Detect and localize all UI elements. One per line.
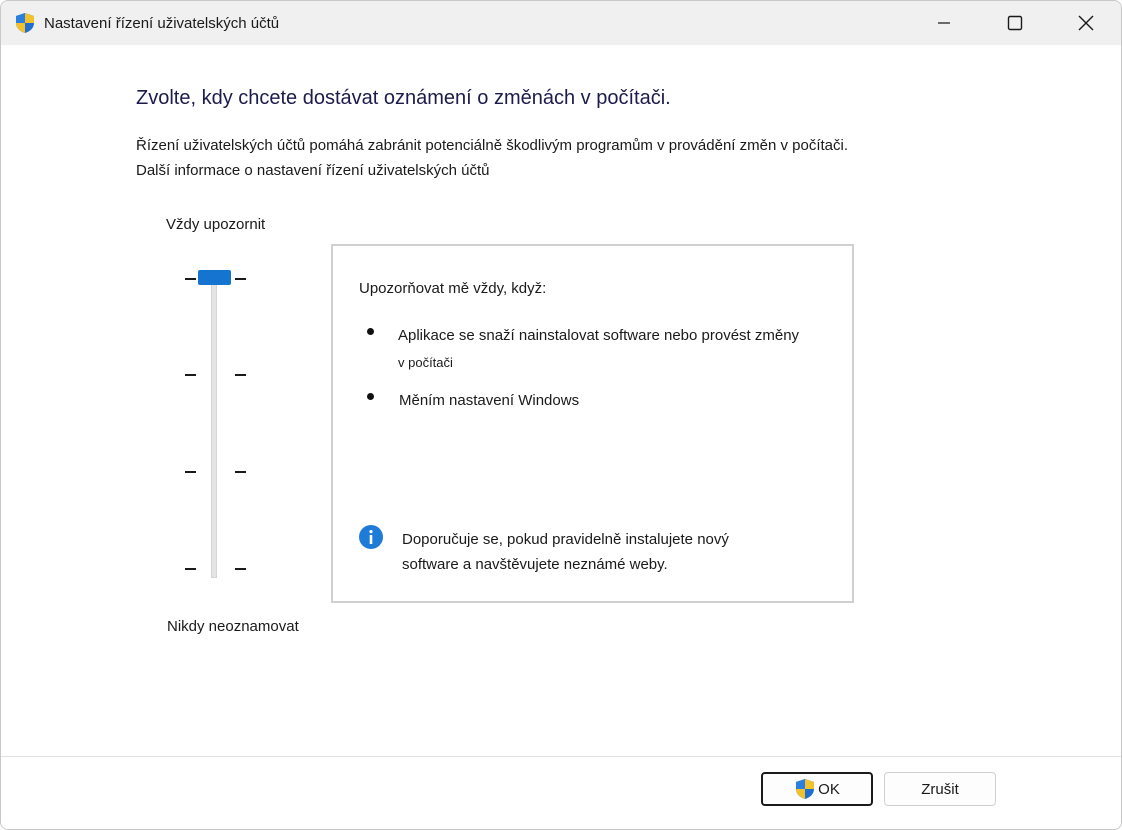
bullet-icon [367, 328, 374, 335]
bullet-item-2: Měním nastavení Windows [399, 392, 580, 409]
description-text: Řízení uživatelských účtů pomáhá zabráni… [136, 137, 849, 154]
slider-label-bottom: Nikdy neoznamovat [167, 618, 299, 635]
uac-shield-icon [16, 13, 34, 33]
cancel-button[interactable]: Zrušit [884, 772, 996, 806]
slider-tick [235, 471, 246, 473]
minimize-icon [938, 22, 950, 24]
ok-button[interactable]: OK [761, 772, 873, 806]
bullet-item-1-continuation: v počítači [398, 355, 453, 370]
ok-button-label: OK [818, 780, 840, 798]
slider-track[interactable] [211, 273, 217, 578]
maximize-icon [1007, 15, 1023, 31]
close-button[interactable] [1051, 1, 1121, 45]
bullet-item-1: Aplikace se snaží nainstalovat software … [398, 327, 800, 344]
page-heading: Zvolte, kdy chcete dostávat oznámení o z… [136, 87, 671, 109]
uac-shield-icon [796, 779, 815, 799]
cancel-button-label: Zrušit [921, 780, 959, 798]
info-icon [359, 525, 383, 549]
window-title: Nastavení řízení uživatelských účtů [44, 15, 280, 32]
minimize-button[interactable] [909, 1, 979, 45]
level-description-panel [331, 244, 854, 603]
slider-label-top: Vždy upozornit [166, 216, 266, 233]
recommendation-text-line1: Doporučuje se, pokud pravidelně instaluj… [402, 531, 729, 548]
bullet-icon [367, 393, 374, 400]
title-bar: Nastavení řízení uživatelských účtů [1, 1, 1121, 45]
slider-tick [235, 374, 246, 376]
recommendation-text-line2: software a navštěvujete neznámé weby. [402, 556, 668, 573]
panel-title: Upozorňovat mě vždy, když: [359, 280, 547, 297]
uac-settings-window: Nastavení řízení uživatelských účtů Zvol… [0, 0, 1122, 830]
slider-thumb[interactable] [198, 270, 231, 285]
more-info-link[interactable]: Další informace o nastavení řízení uživa… [136, 162, 490, 179]
slider-tick [185, 278, 196, 280]
slider-tick [185, 374, 196, 376]
slider-tick [235, 568, 246, 570]
close-icon [1078, 15, 1094, 31]
maximize-button[interactable] [980, 1, 1050, 45]
slider-tick [185, 471, 196, 473]
slider-tick [235, 278, 246, 280]
slider-tick [185, 568, 196, 570]
